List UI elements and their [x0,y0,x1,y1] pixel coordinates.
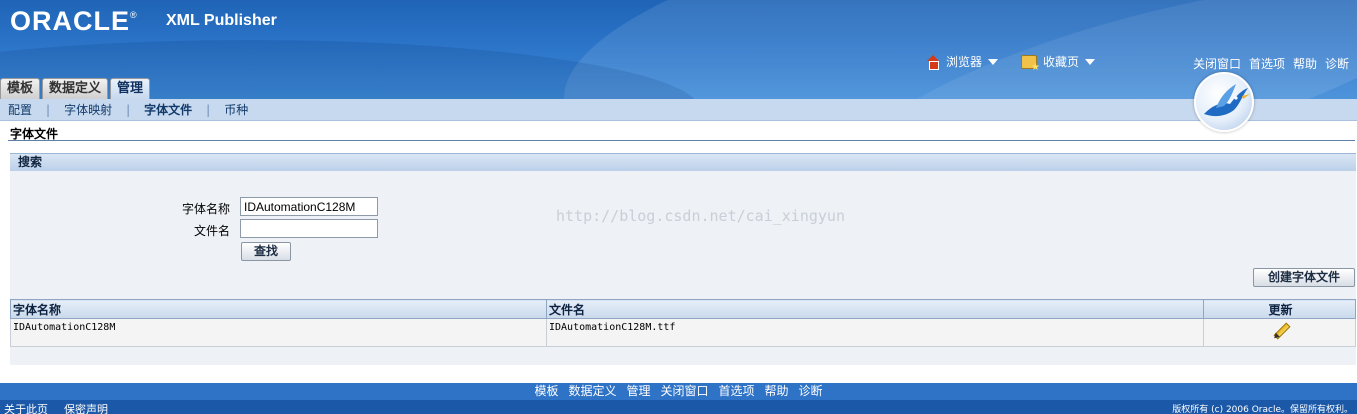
cell-update [1203,318,1356,347]
file-name-input[interactable] [240,219,378,238]
favorites-folder-icon [1021,54,1040,73]
privacy-statement-link[interactable]: 保密声明 [64,401,108,414]
close-window-link[interactable]: 关闭窗口 [1193,55,1241,72]
help-link[interactable]: 帮助 [1293,55,1317,72]
header-banner: ORACLE® XML Publisher 浏览器 收藏页 关闭窗口 首选项 帮… [0,0,1357,99]
cell-font-name: IDAutomationC128M [10,318,547,347]
title-divider [8,140,1355,141]
about-page-link[interactable]: 关于此页 [4,401,48,414]
footer-link-diagnostics[interactable]: 诊断 [799,383,823,400]
subnav-separator: | [46,102,51,117]
subnav-item-currencies[interactable]: 币种 [224,101,248,118]
column-header-update: 更新 [1203,299,1356,319]
footer-link-data-definitions[interactable]: 数据定义 [568,383,616,400]
tab-templates[interactable]: 模板 [0,78,41,99]
footer-bottom: 关于此页 保密声明 版权所有 (c) 2006 Oracle。保留所有权利。 [0,400,1357,414]
subnav: 配置 | 字体映射 | 字体文件 | 币种 [0,99,1357,121]
cell-file-name: IDAutomationC128M.ttf [546,318,1204,347]
favorites-menu-label: 收藏页 [1043,55,1080,69]
product-name: XML Publisher [166,12,277,29]
tab-administration[interactable]: 管理 [110,78,151,99]
subnav-separator: | [206,102,211,117]
oracle-logo: ORACLE® [10,6,138,36]
home-icon [926,54,940,70]
footer-link-help[interactable]: 帮助 [765,383,789,400]
footer-links: 模板 数据定义 管理 关闭窗口 首选项 帮助 诊断 [0,383,1357,400]
browser-menu-label: 浏览器 [946,55,983,69]
edit-pencil-icon[interactable] [1271,322,1289,340]
font-name-input[interactable] [240,197,378,216]
font-files-table: 字体名称 文件名 更新 IDAutomationC128M IDAutomati… [10,299,1356,347]
column-header-file-name[interactable]: 文件名 [546,299,1204,319]
footer-link-templates[interactable]: 模板 [534,383,558,400]
footer-link-administration[interactable]: 管理 [626,383,650,400]
subnav-item-font-mappings[interactable]: 字体映射 [64,101,112,118]
create-font-file-button[interactable]: 创建字体文件 [1253,268,1355,287]
find-button[interactable]: 查找 [241,242,291,261]
browser-menu[interactable]: 浏览器 [926,53,999,70]
subnav-item-configuration[interactable]: 配置 [8,101,32,118]
caret-down-icon [1085,58,1096,65]
caret-down-icon [988,58,999,65]
global-links: 关闭窗口 首选项 帮助 诊断 [1193,55,1349,72]
column-header-font-name[interactable]: 字体名称 [10,299,547,319]
search-header: 搜索 [10,153,1356,171]
table-row: IDAutomationC128M IDAutomationC128M.ttf [10,318,1356,347]
favorites-menu[interactable]: 收藏页 [1021,53,1096,73]
file-name-label: 文件名 [193,224,230,238]
footer-link-preferences[interactable]: 首选项 [719,383,755,400]
bird-logo-icon [1194,72,1254,132]
watermark-text: http://blog.csdn.net/cai_xingyun [556,207,845,225]
font-name-label: 字体名称 [181,202,230,216]
preferences-link[interactable]: 首选项 [1249,55,1285,72]
subnav-separator: | [126,102,131,117]
subnav-item-font-files[interactable]: 字体文件 [144,101,192,118]
tab-data-definitions[interactable]: 数据定义 [42,78,109,99]
copyright-text: 版权所有 (c) 2006 Oracle。保留所有权利。 [1172,405,1353,414]
main-tabs: 模板 数据定义 管理 [0,78,151,99]
footer-link-close-window[interactable]: 关闭窗口 [660,383,708,400]
diagnostics-link[interactable]: 诊断 [1325,55,1349,72]
